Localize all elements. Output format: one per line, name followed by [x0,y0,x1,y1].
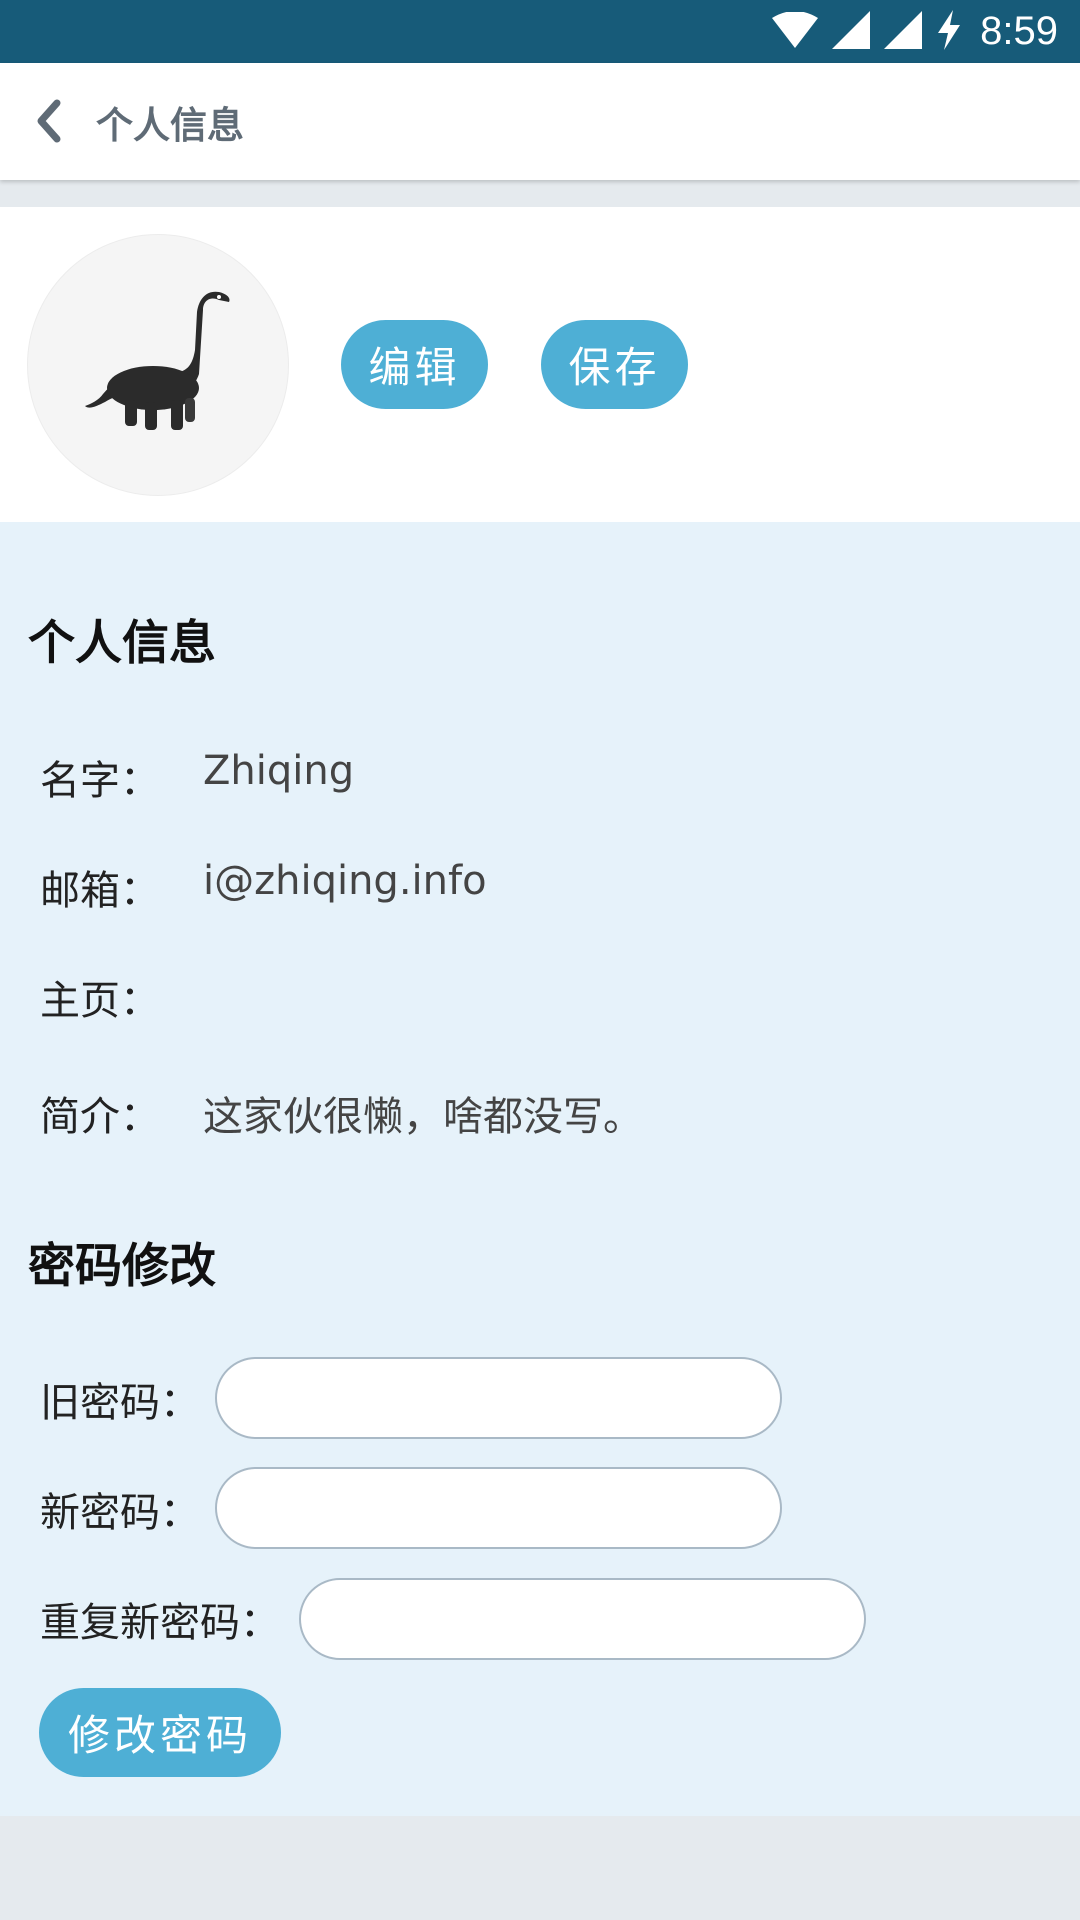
bio-label: 简介： [40,1094,160,1140]
info-section-title: 个人信息 [28,616,216,671]
repeat-password-input[interactable] [299,1578,866,1660]
status-icons: 8:59 [772,0,1058,63]
repeat-password-label: 重复新密码： [40,1600,280,1646]
divider-gap [0,180,1080,207]
name-value: Zhiqing [203,748,355,794]
profile-card: 编辑 保存 [0,207,1080,522]
status-time: 8:59 [980,9,1058,53]
new-password-label: 新密码： [40,1490,200,1536]
email-value: i@zhiqing.info [203,858,487,904]
wifi-icon [772,10,819,52]
bio-value: 这家伙很懒，啥都没写。 [203,1094,643,1140]
charging-bolt-icon [936,9,962,54]
password-section-title: 密码修改 [28,1239,216,1294]
old-password-input[interactable] [215,1357,782,1439]
name-label: 名字： [40,758,160,804]
new-password-input[interactable] [215,1467,782,1549]
chevron-left-icon [33,99,63,147]
back-button[interactable] [18,93,78,153]
app-bar: 个人信息 [0,63,1080,180]
cell-signal-icon [884,10,923,53]
homepage-label: 主页： [40,978,160,1024]
email-label: 邮箱： [40,868,160,914]
cell-signal-icon [832,10,871,53]
avatar[interactable] [27,234,289,496]
edit-button[interactable]: 编辑 [341,320,488,409]
profile-content: 个人信息 名字： Zhiqing 邮箱： i@zhiqing.info 主页： … [0,522,1080,1816]
dinosaur-avatar-icon [83,288,233,442]
save-button[interactable]: 保存 [541,320,688,409]
old-password-label: 旧密码： [40,1380,200,1426]
status-bar: 8:59 [0,0,1080,63]
change-password-button[interactable]: 修改密码 [39,1688,281,1777]
page-title: 个人信息 [96,103,244,147]
